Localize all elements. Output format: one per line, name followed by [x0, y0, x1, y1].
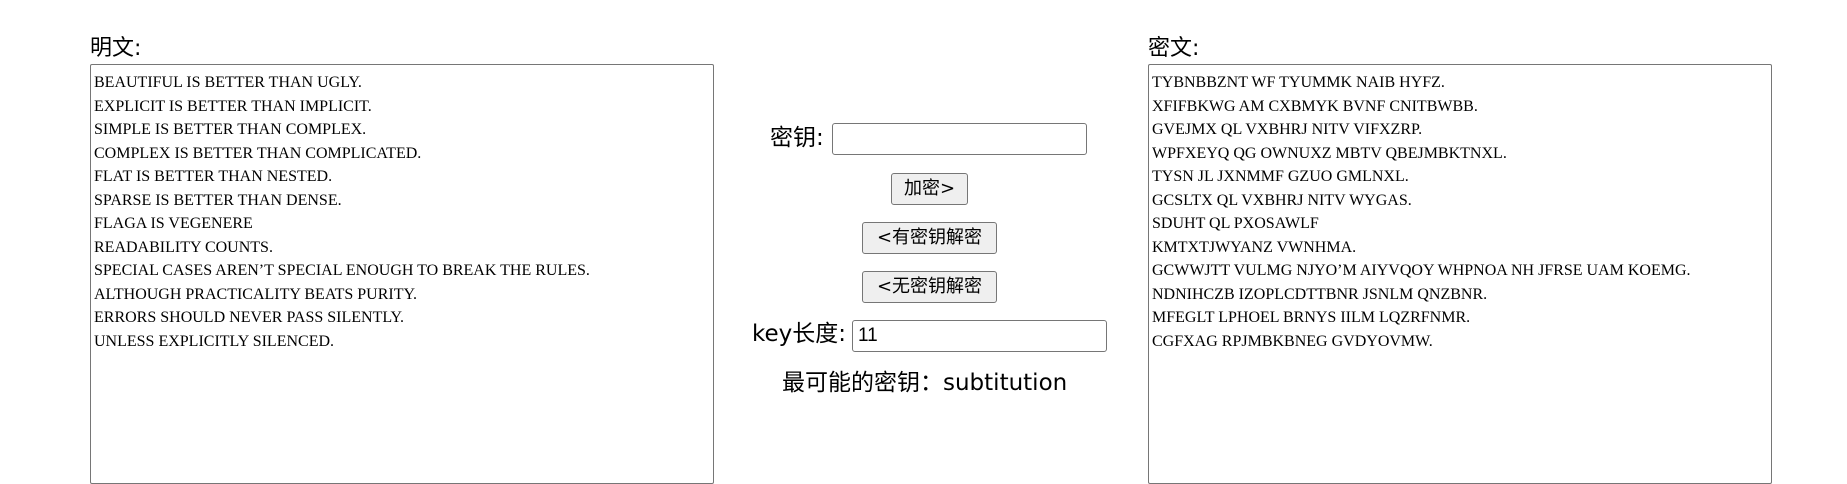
- plaintext-line: ALTHOUGH PRACTICALITY BEATS PURITY.: [94, 285, 417, 303]
- plaintext-label: 明文:: [90, 36, 142, 61]
- ciphertext-line: WPFXEYQ QG OWNUXZ MBTV QBEJMBKTNXL.: [1152, 144, 1507, 162]
- ciphertext-label: 密文:: [1148, 36, 1200, 61]
- ciphertext-line: CGFXAG RPJMBKBNEG GVDYOVMW.: [1152, 332, 1433, 350]
- plaintext-line: UNLESS EXPLICITLY SILENCED.: [94, 332, 335, 350]
- plaintext-line: SPECIAL CASES AREN’T SPECIAL ENOUGH TO B…: [94, 262, 590, 279]
- plaintext-line: SIMPLE IS BETTER THAN COMPLEX.: [94, 121, 367, 138]
- plaintext-line: FLAT IS BETTER THAN NESTED.: [94, 168, 333, 185]
- ciphertext-line: TYSN JL JXNMMF GZUO GMLNXL.: [1152, 168, 1409, 185]
- plaintext-line: EXPLICIT IS BETTER THAN IMPLICIT.: [94, 97, 372, 115]
- ciphertext-line: SDUHT QL PXOSAWLF: [1152, 215, 1319, 232]
- key-label: 密钥:: [770, 125, 824, 151]
- plaintext-line: BEAUTIFUL IS BETTER THAN UGLY.: [94, 74, 362, 91]
- ciphertext-line: TYBNBBZNT WF TYUMMK NAIB HYFZ.: [1152, 74, 1445, 91]
- key-input[interactable]: [832, 123, 1087, 155]
- ciphertext-line: GVEJMX QL VXBHRJ NITV VIFXZRP.: [1152, 121, 1423, 138]
- plaintext-line: READABILITY COUNTS.: [94, 238, 273, 256]
- ciphertext-line: GCSLTX QL VXBHRJ NITV WYGAS.: [1152, 191, 1412, 209]
- plaintext-line: COMPLEX IS BETTER THAN COMPLICATED.: [94, 144, 422, 162]
- plaintext-line: ERRORS SHOULD NEVER PASS SILENTLY.: [94, 309, 405, 326]
- best-key-result: 最可能的密钥：subtitution: [782, 370, 1068, 396]
- key-length-label: key长度:: [752, 321, 847, 347]
- encrypt-button[interactable]: 加密>: [891, 173, 968, 205]
- plaintext-line: FLAGA IS VEGENERE: [94, 215, 253, 232]
- ciphertext-textarea[interactable]: TYBNBBZNT WF TYUMMK NAIB HYFZ. XFIFBKWG A…: [1148, 64, 1772, 484]
- plaintext-textarea[interactable]: BEAUTIFUL IS BETTER THAN UGLY. EXPLICIT I…: [90, 64, 714, 484]
- plaintext-line: SPARSE IS BETTER THAN DENSE.: [94, 191, 342, 209]
- ciphertext-line: NDNIHCZB IZOPLCDTTBNR JSNLM QNZBNR.: [1152, 285, 1488, 303]
- ciphertext-line: GCWWJTT VULMG NJYO’M AIYVQOY WHPNOA NH J…: [1152, 262, 1691, 279]
- key-length-input[interactable]: [852, 320, 1107, 352]
- ciphertext-line: MFEGLT LPHOEL BRNYS IILM LQZRFNMR.: [1152, 309, 1471, 326]
- ciphertext-line: KMTXTJWYANZ VWNHMA.: [1152, 238, 1357, 256]
- ciphertext-line: XFIFBKWG AM CXBMYK BVNF CNITBWBB.: [1152, 97, 1478, 115]
- decrypt-without-key-button[interactable]: <无密钥解密: [862, 271, 997, 303]
- decrypt-with-key-button[interactable]: <有密钥解密: [862, 222, 997, 254]
